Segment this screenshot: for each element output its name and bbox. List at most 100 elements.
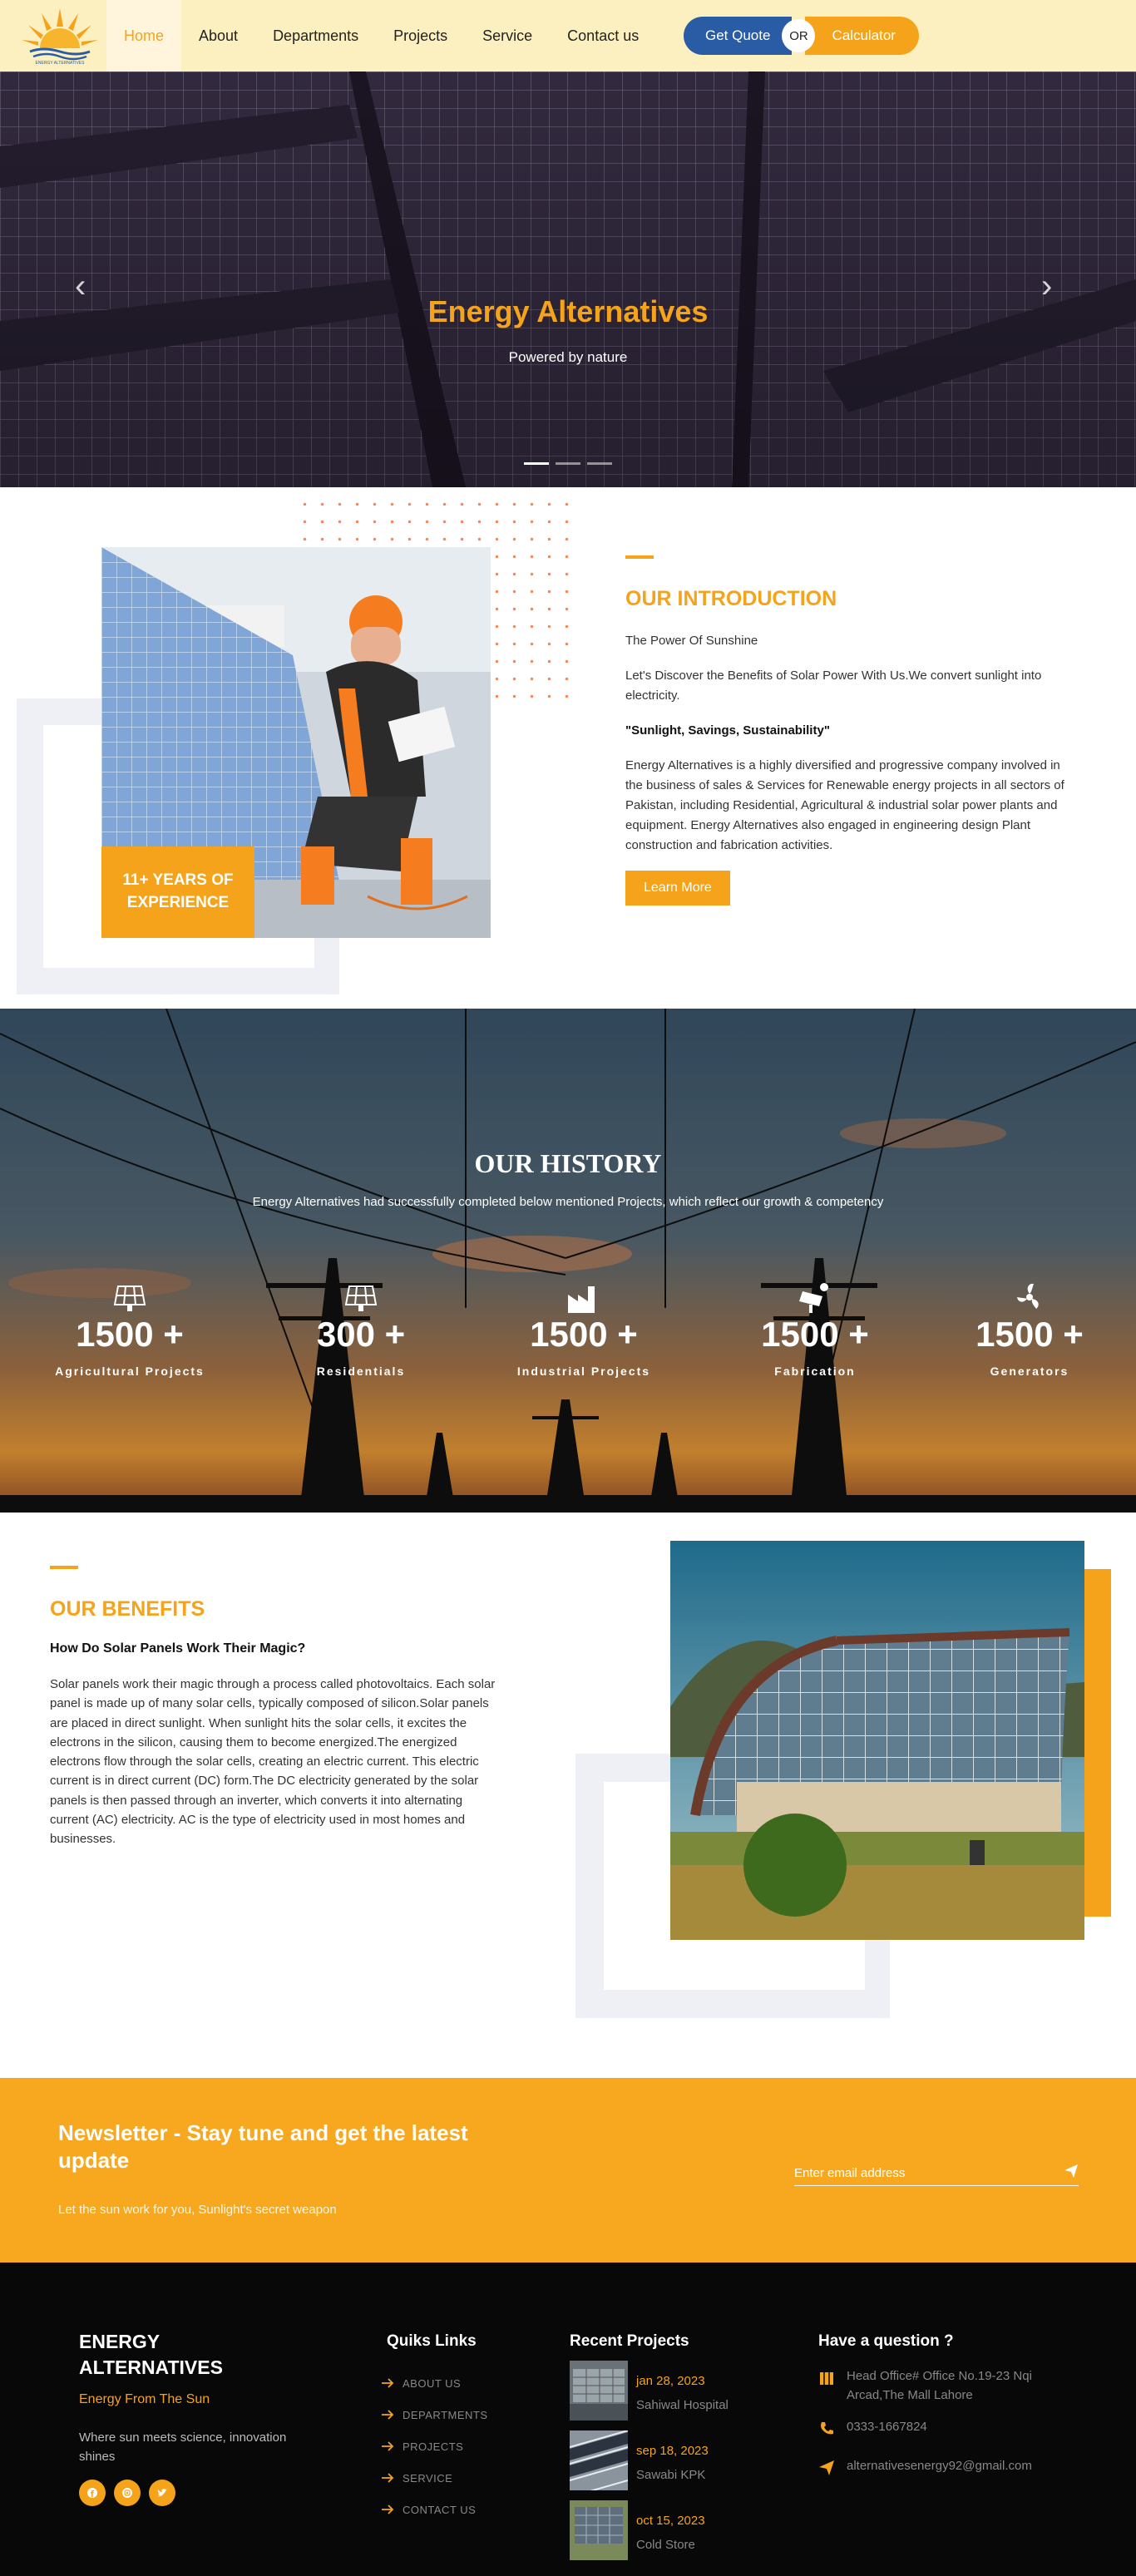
- arrow-right-icon: [382, 2473, 394, 2483]
- slide-dot[interactable]: [524, 462, 549, 465]
- project-name: Cold Store: [636, 2538, 695, 2552]
- project-item[interactable]: jan 28, 2023 Sahiwal Hospital: [570, 2361, 729, 2430]
- learn-more-button[interactable]: Learn More: [625, 871, 730, 906]
- stat-value: 1500 +: [530, 1315, 638, 1354]
- stat-industrial: 1500 + Industrial Projects: [492, 1280, 675, 1378]
- benefits-question: How Do Solar Panels Work Their Magic?: [50, 1641, 306, 1656]
- svg-text:ENERGY ALTERNATIVES: ENERGY ALTERNATIVES: [36, 61, 86, 66]
- nav-service[interactable]: Service: [465, 0, 550, 72]
- phone-icon: [818, 2418, 837, 2444]
- arrow-right-icon: [382, 2378, 394, 2388]
- turbine-icon: [938, 1280, 1121, 1313]
- footer-link-contact[interactable]: CONTACT US: [381, 2494, 488, 2525]
- email-item[interactable]: alternativesenergy92@gmail.com: [818, 2457, 1084, 2483]
- quick-links-title: Quiks Links: [387, 2332, 477, 2350]
- email-input[interactable]: [794, 2166, 1035, 2180]
- slide-indicators: [524, 462, 612, 465]
- benefits-title: OUR BENEFITS: [50, 1597, 205, 1621]
- hero-slider: ‹ › Energy Alternatives Powered by natur…: [0, 72, 1136, 487]
- stat-value: 300 +: [316, 1315, 406, 1354]
- hero-title: Energy Alternatives: [427, 294, 709, 328]
- footer-link-departments[interactable]: DEPARTMENTS: [381, 2399, 488, 2430]
- footer-brand: ENERGY ALTERNATIVES Energy From The Sun …: [79, 2329, 295, 2507]
- navbar: ENERGY ALTERNATIVES Home About Departmen…: [0, 0, 1136, 72]
- quick-links: ABOUT US DEPARTMENTS PROJECTS SERVICE CO…: [381, 2367, 488, 2525]
- slide-dot[interactable]: [587, 462, 612, 465]
- project-thumbnail: [570, 2430, 628, 2490]
- building-icon: [818, 2367, 837, 2405]
- hero-subtitle: Powered by nature: [508, 349, 628, 365]
- intro-title: OUR INTRODUCTION: [625, 587, 837, 610]
- main-menu: Home About Departments Projects Service …: [106, 0, 656, 72]
- arrow-right-icon: [382, 2441, 394, 2451]
- solar-building-photo: [670, 1541, 1084, 1940]
- stat-label: Industrial Projects: [516, 1364, 651, 1378]
- nav-contact[interactable]: Contact us: [550, 0, 656, 72]
- factory-icon: [492, 1280, 675, 1313]
- intro-quote: "Sunlight, Savings, Sustainability": [625, 723, 830, 738]
- project-date: oct 15, 2023: [636, 2514, 705, 2528]
- stat-value: 1500 +: [975, 1315, 1084, 1354]
- project-date: jan 28, 2023: [636, 2374, 705, 2388]
- years-experience-badge: 11+ YEARS OF EXPERIENCE: [101, 846, 254, 938]
- project-thumbnail: [570, 2500, 628, 2560]
- solar-tracker-icon: [724, 1280, 906, 1313]
- project-name: Sawabi KPK: [636, 2468, 706, 2482]
- get-quote-button[interactable]: Get Quote: [684, 17, 793, 55]
- arrow-right-icon: [382, 2504, 394, 2514]
- project-date: sep 18, 2023: [636, 2444, 709, 2458]
- paper-plane-icon: [818, 2457, 837, 2483]
- power-lines-sunset-image: [0, 1009, 1136, 1513]
- instagram-icon[interactable]: [114, 2480, 141, 2507]
- history-subtitle: Energy Alternatives had successfully com…: [252, 1195, 884, 1209]
- nav-departments[interactable]: Departments: [255, 0, 376, 72]
- benefits-section: OUR BENEFITS How Do Solar Panels Work Th…: [0, 1513, 1136, 2078]
- calculator-button[interactable]: Calculator: [805, 17, 919, 55]
- footer: ENERGY ALTERNATIVES Energy From The Sun …: [0, 2263, 1136, 2576]
- project-item[interactable]: oct 15, 2023 Cold Store: [570, 2500, 729, 2570]
- project-item[interactable]: sep 18, 2023 Sawabi KPK: [570, 2430, 729, 2500]
- phone-item[interactable]: 0333-1667824: [818, 2418, 1084, 2444]
- address-item: Head Office# Office No.19-23 Nqi Arcad,T…: [818, 2367, 1084, 2405]
- footer-link-service[interactable]: SERVICE: [381, 2462, 488, 2494]
- solar-panels-image: [0, 72, 1136, 487]
- nav-home[interactable]: Home: [106, 0, 182, 72]
- nav-about[interactable]: About: [181, 0, 255, 72]
- stat-generators: 1500 + Generators: [938, 1280, 1121, 1378]
- stat-fabrication: 1500 + Fabrication: [724, 1280, 906, 1378]
- stat-agricultural: 1500 + Agricultural Projects: [38, 1280, 221, 1378]
- stat-label: Fabrication: [774, 1364, 856, 1378]
- stat-label: Generators: [990, 1364, 1069, 1378]
- stat-residential: 300 + Residentials: [269, 1280, 452, 1378]
- intro-content: OUR INTRODUCTION The Power Of Sunshine L…: [625, 555, 1074, 906]
- facebook-icon[interactable]: [79, 2480, 106, 2507]
- footer-slogan: Energy From The Sun: [79, 2392, 210, 2407]
- cta-group: Get Quote OR Calculator: [684, 17, 919, 55]
- stat-label: Agricultural Projects: [55, 1364, 205, 1378]
- stat-label: Residentials: [316, 1364, 406, 1378]
- nav-projects[interactable]: Projects: [376, 0, 465, 72]
- accent-bar: [625, 555, 654, 559]
- recent-projects: jan 28, 2023 Sahiwal Hospital sep 18, 202…: [570, 2361, 729, 2570]
- newsletter-tagline: Let the sun work for you, Sunlight's sec…: [58, 2203, 337, 2217]
- solar-panel-icon: [269, 1280, 452, 1313]
- newsletter-form: [794, 2161, 1079, 2186]
- social-links: [79, 2480, 295, 2507]
- solar-panel-icon: [38, 1280, 221, 1313]
- benefits-body: Solar panels work their magic through a …: [50, 1677, 496, 1846]
- newsletter-section: Newsletter - Stay tune and get the lates…: [0, 2078, 1136, 2263]
- introduction-section: 11+ YEARS OF EXPERIENCE OUR INTRODUCTION…: [0, 487, 1136, 1009]
- project-name: Sahiwal Hospital: [636, 2398, 729, 2412]
- benefits-content: OUR BENEFITS How Do Solar Panels Work Th…: [50, 1566, 499, 1848]
- sun-logo[interactable]: ENERGY ALTERNATIVES: [18, 5, 101, 67]
- footer-link-about[interactable]: ABOUT US: [381, 2367, 488, 2399]
- accent-bar: [50, 1566, 78, 1569]
- stat-value: 1500 +: [76, 1315, 184, 1354]
- footer-link-projects[interactable]: PROJECTS: [381, 2430, 488, 2462]
- slide-dot[interactable]: [556, 462, 580, 465]
- history-section: OUR HISTORY Energy Alternatives had succ…: [0, 1009, 1136, 1513]
- newsletter-title: Newsletter - Stay tune and get the lates…: [58, 2120, 468, 2173]
- twitter-icon[interactable]: [149, 2480, 175, 2507]
- footer-brand-name: ENERGY ALTERNATIVES: [79, 2331, 223, 2379]
- paper-plane-icon[interactable]: [1064, 2164, 1079, 2183]
